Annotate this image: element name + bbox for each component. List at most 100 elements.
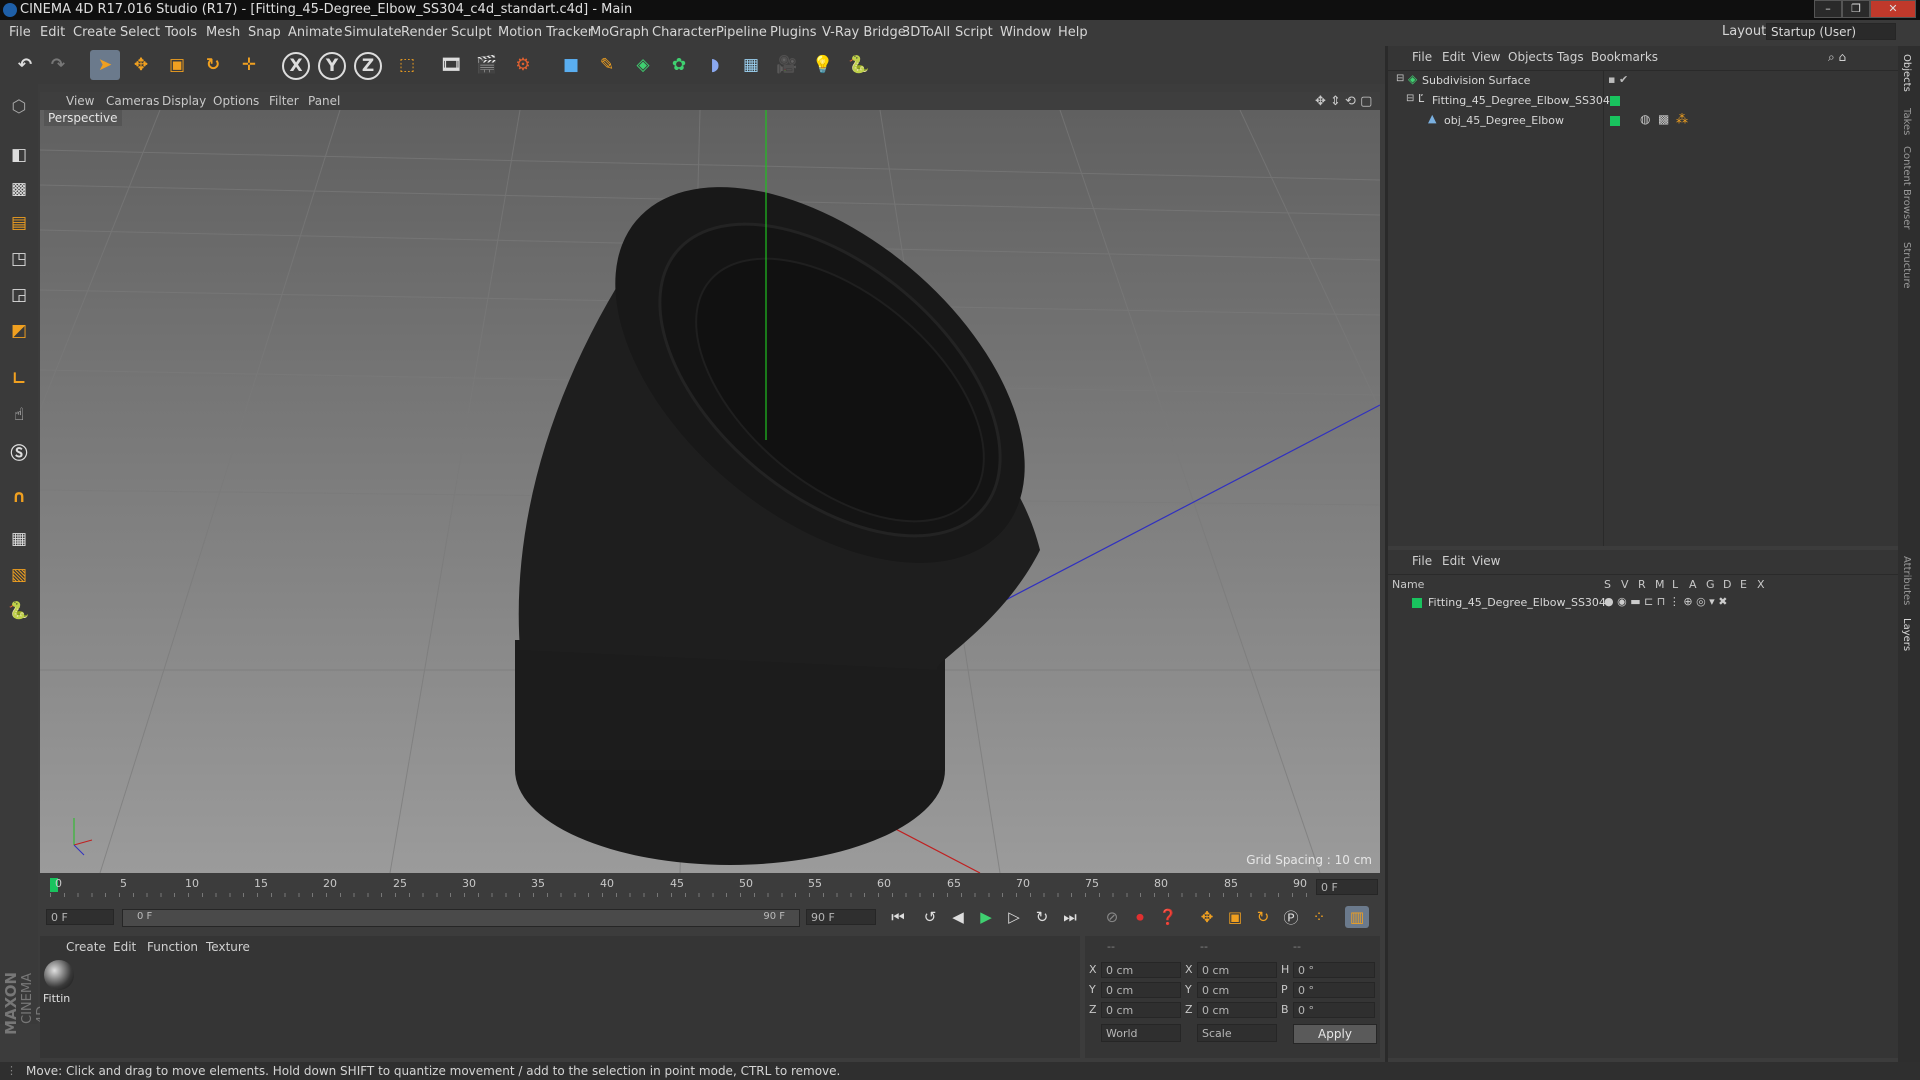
size-x-field[interactable]: 0 cm: [1197, 962, 1277, 978]
coordinate-space-dropdown[interactable]: World: [1101, 1024, 1181, 1042]
tab-takes[interactable]: Takes: [1901, 108, 1912, 135]
current-frame-field[interactable]: 0 F: [1316, 879, 1378, 895]
transform-mode-dropdown[interactable]: Scale: [1197, 1024, 1277, 1042]
phong-tag-icon[interactable]: ⁂: [1676, 112, 1688, 126]
deformer-icon[interactable]: ◗: [700, 50, 730, 80]
key-position-icon[interactable]: ✥: [1195, 906, 1219, 928]
visibility-check-icon[interactable]: ▪ ✔: [1608, 73, 1628, 86]
menu-script[interactable]: Script: [955, 25, 993, 40]
object-row-elbow-mesh[interactable]: ▲ obj_45_Degree_Elbow ◍ ▩ ⁂: [1388, 112, 1898, 131]
menu-file[interactable]: File: [9, 25, 31, 40]
array-icon[interactable]: ✿: [664, 50, 694, 80]
material-tag-icon[interactable]: ◍: [1640, 112, 1650, 126]
workplane-lock-icon[interactable]: ▦: [3, 524, 35, 554]
rotation-p-field[interactable]: 0 °: [1293, 982, 1375, 998]
position-z-field[interactable]: 0 cm: [1101, 1002, 1181, 1018]
material-name[interactable]: Fittin: [43, 992, 70, 1005]
render-view-icon[interactable]: 🎞: [436, 50, 466, 80]
texture-mode-icon[interactable]: ▩: [3, 174, 35, 204]
3d-viewport[interactable]: Perspective Grid Spacing : 10 cm: [40, 110, 1380, 873]
object-menu-objects[interactable]: Objects: [1508, 50, 1553, 64]
layer-menu-file[interactable]: File: [1412, 554, 1432, 568]
coordinate-system-icon[interactable]: ⬚: [392, 50, 422, 80]
position-x-field[interactable]: 0 cm: [1101, 962, 1181, 978]
layout-dropdown[interactable]: Startup (User): [1766, 23, 1896, 40]
menu-mograph[interactable]: MoGraph: [590, 25, 649, 40]
axis-x-button[interactable]: X: [282, 52, 310, 80]
menu-sculpt[interactable]: Sculpt: [451, 25, 492, 40]
menu-vray-bridge[interactable]: V-Ray Bridge: [822, 25, 906, 40]
object-row-fitting-null[interactable]: ⊟ Ľ Fitting_45_Degree_Elbow_SS304: [1388, 92, 1898, 111]
position-y-field[interactable]: 0 cm: [1101, 982, 1181, 998]
workplane-rotate-icon[interactable]: ▧: [3, 560, 35, 590]
viewport-menu-filter[interactable]: Filter: [269, 94, 299, 108]
object-menu-tags[interactable]: Tags: [1557, 50, 1584, 64]
floor-icon[interactable]: ▦: [736, 50, 766, 80]
size-z-field[interactable]: 0 cm: [1197, 1002, 1277, 1018]
material-thumbnail[interactable]: [44, 960, 74, 990]
make-editable-icon[interactable]: ⬡: [3, 92, 35, 122]
menu-animate[interactable]: Animate: [288, 25, 342, 40]
snap-icon[interactable]: Ⓢ: [3, 436, 35, 466]
layer-color-swatch[interactable]: [1610, 96, 1620, 106]
play-icon[interactable]: ▶: [974, 906, 998, 928]
layer-color-swatch[interactable]: [1610, 116, 1620, 126]
camera-icon[interactable]: 🎥: [772, 50, 802, 80]
end-frame-field[interactable]: 90 F: [806, 909, 876, 925]
rotation-b-field[interactable]: 0 °: [1293, 1002, 1375, 1018]
menu-snap[interactable]: Snap: [248, 25, 281, 40]
layer-row[interactable]: Fitting_45_Degree_Elbow_SS304 ● ◉ ▬ ⊏ ⊓ …: [1388, 594, 1898, 613]
preview-range-slider[interactable]: 0 F 90 F: [122, 909, 800, 927]
menu-pipeline[interactable]: Pipeline: [716, 25, 767, 40]
layer-name[interactable]: Fitting_45_Degree_Elbow_SS304: [1428, 596, 1606, 609]
previous-keyframe-icon[interactable]: ↺: [918, 906, 942, 928]
magnet-icon[interactable]: ∩: [3, 482, 35, 512]
keyframe-selection-icon[interactable]: ❓: [1156, 906, 1180, 928]
axis-z-button[interactable]: Z: [354, 52, 382, 80]
key-rotation-icon[interactable]: ↻: [1251, 906, 1275, 928]
viewport-menu-panel[interactable]: Panel: [308, 94, 340, 108]
edges-mode-icon[interactable]: ◲: [3, 280, 35, 310]
menu-tools[interactable]: Tools: [165, 25, 197, 40]
cube-icon[interactable]: ■: [556, 50, 586, 80]
menu-motion-tracker[interactable]: Motion Tracker: [498, 25, 593, 40]
live-move-icon[interactable]: ✛: [234, 50, 264, 80]
object-menu-view[interactable]: View: [1472, 50, 1500, 64]
rotate-icon[interactable]: ↻: [198, 50, 228, 80]
menu-window[interactable]: Window: [1000, 25, 1051, 40]
menu-3dtoall[interactable]: 3DToAll: [902, 25, 950, 40]
object-manager-search-icon[interactable]: ⌕ ⌂: [1828, 50, 1846, 65]
layer-color-swatch[interactable]: [1412, 598, 1422, 608]
layer-menu-view[interactable]: View: [1472, 554, 1500, 568]
apply-button[interactable]: Apply: [1293, 1024, 1377, 1044]
menu-simulate[interactable]: Simulate: [344, 25, 401, 40]
object-menu-bookmarks[interactable]: Bookmarks: [1591, 50, 1658, 64]
minimize-button[interactable]: –: [1814, 0, 1842, 18]
menu-render[interactable]: Render: [401, 25, 447, 40]
close-button[interactable]: ✕: [1870, 0, 1916, 18]
record-disabled-icon[interactable]: ⊘: [1100, 906, 1124, 928]
menu-plugins[interactable]: Plugins: [770, 25, 817, 40]
viewport-navigate-icon[interactable]: ✥ ⇕ ⟲ ▢: [1315, 94, 1372, 109]
menu-select[interactable]: Select: [120, 25, 160, 40]
redo-icon[interactable]: ↷: [43, 50, 73, 80]
viewport-menu-display[interactable]: Display: [162, 94, 206, 108]
tab-content-browser[interactable]: Content Browser: [1901, 146, 1912, 229]
subdivision-icon[interactable]: ◈: [628, 50, 658, 80]
key-scale-icon[interactable]: ▣: [1223, 906, 1247, 928]
texture-tag-icon[interactable]: ▩: [1658, 112, 1669, 126]
tweak-mode-icon[interactable]: ☝: [3, 400, 35, 430]
material-menu-create[interactable]: Create: [66, 940, 106, 954]
next-keyframe-icon[interactable]: ↻: [1030, 906, 1054, 928]
goto-end-icon[interactable]: ⏭: [1058, 906, 1082, 928]
pointer-icon[interactable]: ➤: [90, 50, 120, 80]
tab-attributes[interactable]: Attributes: [1901, 556, 1912, 605]
menu-help[interactable]: Help: [1058, 25, 1088, 40]
goto-start-icon[interactable]: ⏮: [886, 906, 910, 928]
axis-y-button[interactable]: Y: [318, 52, 346, 80]
expand-icon[interactable]: ⊟: [1406, 93, 1414, 104]
move-icon[interactable]: ✥: [126, 50, 156, 80]
key-pla-icon[interactable]: ⁘: [1307, 906, 1331, 928]
menu-character[interactable]: Character: [652, 25, 716, 40]
python-script-icon[interactable]: 🐍: [3, 596, 35, 626]
